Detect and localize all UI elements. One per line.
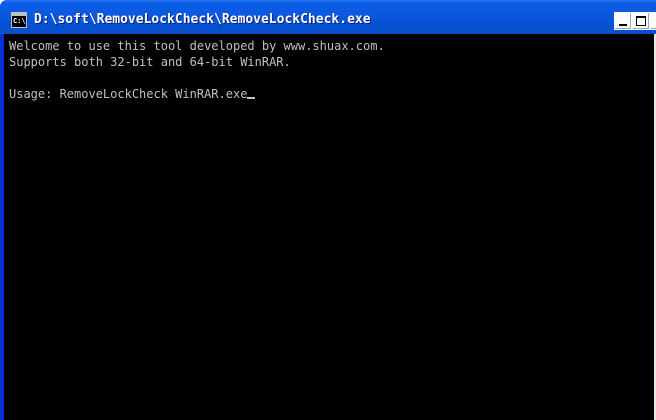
minimize-icon: [619, 24, 627, 26]
console-area[interactable]: Welcome to use this tool developed by ww…: [4, 34, 654, 420]
console-line-prompt: Usage: RemoveLockCheck WinRAR.exe: [9, 86, 385, 102]
maximize-icon: [636, 16, 646, 26]
title-bar[interactable]: C:\ D:\soft\RemoveLockCheck\RemoveLockCh…: [0, 0, 656, 34]
console-window: C:\ D:\soft\RemoveLockCheck\RemoveLockCh…: [0, 0, 656, 420]
minimize-button[interactable]: [614, 12, 632, 30]
maximize-button[interactable]: [632, 12, 650, 30]
close-button[interactable]: [650, 12, 656, 30]
text-cursor: [247, 97, 256, 99]
console-line: Welcome to use this tool developed by ww…: [9, 39, 385, 53]
console-line: Usage: RemoveLockCheck WinRAR.exe: [9, 87, 248, 101]
console-window-icon[interactable]: C:\: [11, 12, 27, 28]
console-icon-label: C:\: [13, 17, 26, 25]
console-line: Supports both 32-bit and 64-bit WinRAR.: [9, 55, 291, 69]
window-title: D:\soft\RemoveLockCheck\RemoveLockCheck.…: [34, 12, 371, 27]
console-output: Welcome to use this tool developed by ww…: [9, 38, 385, 102]
